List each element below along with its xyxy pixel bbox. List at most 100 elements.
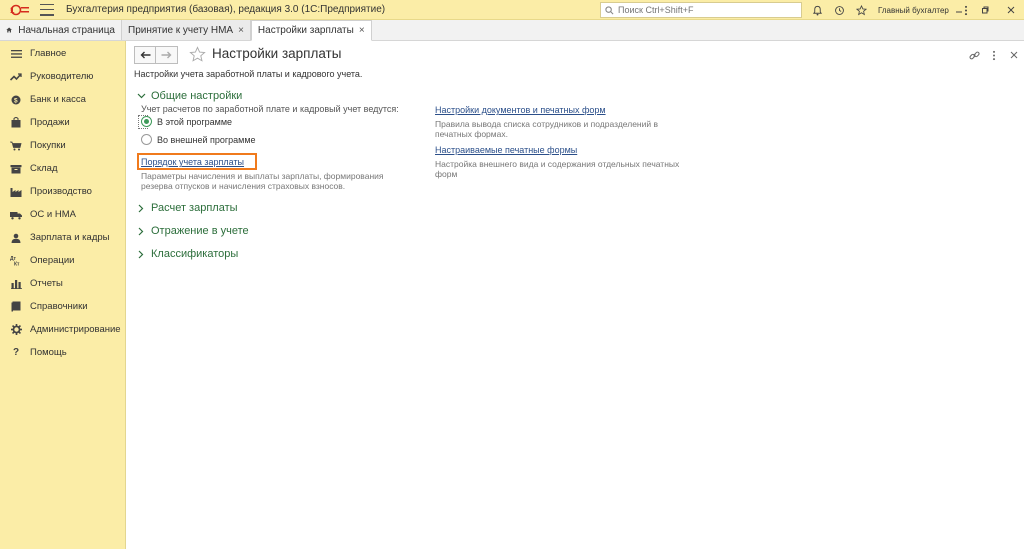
group-accounting-reflection[interactable]: Отражение в учете: [136, 225, 249, 237]
sidebar-item-label: Производство: [30, 186, 92, 197]
description-line: Параметры начисления и выплаты зарплаты,…: [141, 171, 384, 181]
list-icon: [10, 48, 22, 60]
radio-button-checked[interactable]: [141, 116, 152, 127]
restore-icon[interactable]: [972, 0, 998, 20]
sidebar-item-purchases[interactable]: Покупки: [0, 134, 125, 157]
back-button[interactable]: [134, 46, 156, 64]
forward-button[interactable]: [156, 46, 178, 64]
page-description: Настройки учета заработной платы и кадро…: [134, 69, 363, 79]
bell-icon[interactable]: [806, 0, 828, 20]
history-icon[interactable]: [828, 0, 850, 20]
sidebar-item-label: Зарплата и кадры: [30, 232, 110, 243]
sidebar-item-operations[interactable]: Дт Кт Операции: [0, 249, 125, 272]
1c-logo-icon: 1: [8, 4, 30, 16]
factory-icon: [10, 186, 22, 198]
tab-salary-settings[interactable]: Настройки зарплаты ×: [250, 20, 372, 41]
custom-print-forms-description: Настройка внешнего вида и содержания отд…: [435, 159, 679, 179]
sidebar-item-label: Продажи: [30, 117, 70, 128]
sidebar-item-label: ОС и НМА: [30, 209, 76, 220]
close-tab-icon[interactable]: ×: [359, 25, 365, 36]
sidebar-item-sales[interactable]: Продажи: [0, 111, 125, 134]
bag-icon: [10, 117, 22, 129]
warehouse-icon: [10, 163, 22, 175]
tab-label: Начальная страница: [18, 24, 115, 36]
close-window-icon[interactable]: [998, 0, 1024, 20]
coin-icon: $: [10, 94, 22, 106]
sidebar-item-salary-hr[interactable]: Зарплата и кадры: [0, 226, 125, 249]
documents-print-forms-link[interactable]: Настройки документов и печатных форм: [435, 105, 606, 115]
form-area: Настройки зарплаты Настройки учета зараб…: [126, 41, 1024, 549]
description-line: Правила вывода списка сотрудников и подр…: [435, 119, 658, 129]
sidebar-item-label: Банк и касса: [30, 94, 86, 105]
radio-caption: Учет расчетов по заработной плате и кадр…: [141, 104, 399, 114]
search-input[interactable]: [618, 5, 798, 15]
sidebar-item-label: Главное: [30, 48, 67, 59]
description-line: резерва отпусков и начисления страховых …: [141, 181, 346, 191]
sidebar-item-warehouse[interactable]: Склад: [0, 157, 125, 180]
sidebar-item-director[interactable]: Руководителю: [0, 65, 125, 88]
salary-accounting-description: Параметры начисления и выплаты зарплаты,…: [141, 171, 384, 191]
sidebar-item-label: Руководителю: [30, 71, 94, 82]
gear-icon: [10, 324, 22, 336]
favorite-star-icon[interactable]: [189, 46, 206, 66]
home-icon: [6, 27, 12, 33]
radio-label: Во внешней программе: [157, 134, 256, 145]
radio-external-program[interactable]: Во внешней программе: [141, 134, 256, 145]
main-menu-icon[interactable]: [40, 3, 54, 16]
close-form-icon[interactable]: [1004, 47, 1024, 63]
tabs-bar: Начальная страница Принятие к учету НМА …: [0, 20, 1024, 41]
link-icon[interactable]: [964, 47, 984, 63]
radio-this-program[interactable]: В этой программе: [141, 116, 232, 127]
chevron-down-icon: [136, 91, 146, 101]
sidebar-item-bank[interactable]: $ Банк и касса: [0, 88, 125, 111]
tab-nma[interactable]: Принятие к учету НМА ×: [122, 20, 251, 40]
group-classifiers[interactable]: Классификаторы: [136, 248, 238, 260]
radio-button[interactable]: [141, 134, 152, 145]
arrow-right-icon: [161, 51, 172, 59]
more-actions-icon[interactable]: [984, 47, 1004, 63]
cart-icon: [10, 140, 22, 152]
trend-icon: [10, 71, 22, 83]
sidebar-item-label: Отчеты: [30, 278, 63, 289]
search-field[interactable]: [600, 2, 802, 18]
search-icon: [605, 5, 614, 14]
title-bar: 1 Бухгалтерия предприятия (базовая), ред…: [0, 0, 1024, 20]
sidebar-item-label: Справочники: [30, 301, 88, 312]
app-title: Бухгалтерия предприятия (базовая), редак…: [66, 4, 386, 15]
group-salary-calculation[interactable]: Расчет зарплаты: [136, 202, 238, 214]
description-line: форм: [435, 169, 458, 179]
bar-chart-icon: [10, 278, 22, 290]
sidebar-item-label: Операции: [30, 255, 75, 266]
sidebar-item-reports[interactable]: Отчеты: [0, 272, 125, 295]
description-line: Настройка внешнего вида и содержания отд…: [435, 159, 680, 169]
tab-label: Настройки зарплаты: [257, 25, 354, 36]
sidebar-item-catalogs[interactable]: Справочники: [0, 295, 125, 318]
operations-icon: Дт Кт: [10, 255, 22, 267]
group-title: Классификаторы: [151, 248, 239, 260]
radio-label: В этой программе: [157, 116, 233, 127]
salary-accounting-link[interactable]: Порядок учета зарплаты: [141, 157, 244, 167]
user-name[interactable]: Главный бухгалтер: [878, 6, 949, 15]
svg-text:$: $: [14, 97, 18, 104]
minimize-icon[interactable]: [946, 0, 972, 20]
chevron-right-icon: [136, 249, 146, 259]
favorites-star-icon[interactable]: [850, 0, 872, 20]
group-title: Расчет зарплаты: [151, 202, 238, 214]
tab-home[interactable]: Начальная страница: [0, 20, 122, 40]
chevron-right-icon: [136, 203, 146, 213]
sidebar-item-help[interactable]: ? Помощь: [0, 341, 125, 364]
sidebar-item-main[interactable]: Главное: [0, 42, 125, 65]
question-icon: ?: [12, 347, 20, 358]
sidebar-item-production[interactable]: Производство: [0, 180, 125, 203]
description-line: печатных формах.: [435, 129, 508, 139]
custom-print-forms-link[interactable]: Настраиваемые печатные формы: [435, 145, 577, 155]
svg-text:Кт: Кт: [14, 262, 20, 267]
sidebar-item-fixed-assets[interactable]: ОС и НМА: [0, 203, 125, 226]
sidebar-item-label: Покупки: [30, 140, 66, 151]
sidebar-item-label: Администрирование: [30, 324, 121, 335]
close-tab-icon[interactable]: ×: [238, 25, 244, 36]
group-title: Общие настройки: [151, 90, 243, 102]
sidebar-item-administration[interactable]: Администрирование: [0, 318, 125, 341]
group-general-settings[interactable]: Общие настройки: [136, 90, 242, 102]
book-icon: [10, 301, 22, 313]
